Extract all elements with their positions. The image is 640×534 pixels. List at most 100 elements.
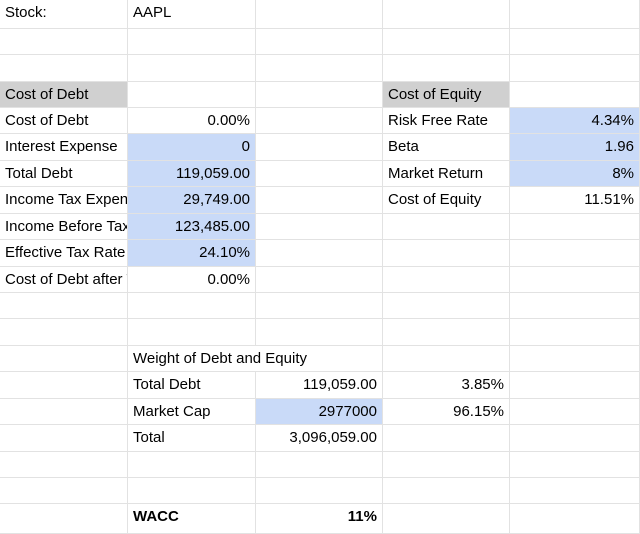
empty-cell[interactable] xyxy=(256,55,383,82)
equity-value-cell[interactable]: 1.96 xyxy=(510,134,640,161)
equity-label-cell[interactable]: Risk Free Rate xyxy=(383,108,510,134)
empty-cell[interactable] xyxy=(510,293,640,319)
empty-cell[interactable] xyxy=(383,504,510,534)
empty-cell[interactable] xyxy=(510,29,640,55)
debt-value-cell[interactable]: 0.00% xyxy=(128,108,256,134)
empty-cell[interactable] xyxy=(383,346,510,372)
empty-cell[interactable] xyxy=(0,478,128,504)
empty-cell[interactable] xyxy=(510,346,640,372)
weights-label-cell[interactable]: Market Cap xyxy=(128,399,256,425)
debt-value-cell[interactable]: 29,749.00 xyxy=(128,187,256,214)
empty-cell[interactable] xyxy=(0,293,128,319)
empty-cell[interactable] xyxy=(256,187,383,214)
empty-cell[interactable] xyxy=(0,55,128,82)
empty-cell[interactable] xyxy=(0,399,128,425)
weights-value-cell[interactable]: 119,059.00 xyxy=(256,372,383,399)
equity-value-cell[interactable]: 11.51% xyxy=(510,187,640,214)
empty-cell[interactable] xyxy=(510,240,640,267)
empty-cell[interactable] xyxy=(256,82,383,108)
empty-cell[interactable] xyxy=(256,478,383,504)
empty-cell[interactable] xyxy=(510,0,640,29)
equity-label-cell[interactable]: Beta xyxy=(383,134,510,161)
empty-cell[interactable] xyxy=(256,240,383,267)
empty-cell[interactable] xyxy=(510,478,640,504)
empty-cell[interactable] xyxy=(0,346,128,372)
empty-cell[interactable] xyxy=(383,214,510,240)
debt-value-cell[interactable]: 0.00% xyxy=(128,267,256,293)
weights-percent-cell[interactable]: 96.15% xyxy=(383,399,510,425)
empty-cell[interactable] xyxy=(383,478,510,504)
empty-cell[interactable] xyxy=(256,214,383,240)
debt-label-cell[interactable]: Effective Tax Rate xyxy=(0,240,128,267)
wacc-label-cell[interactable]: WACC xyxy=(128,504,256,534)
empty-cell[interactable] xyxy=(128,478,256,504)
debt-value-cell[interactable]: 123,485.00 xyxy=(128,214,256,240)
weights-title-cell[interactable]: Weight of Debt and Equity xyxy=(128,346,383,372)
equity-value-cell[interactable]: 4.34% xyxy=(510,108,640,134)
debt-label-cell[interactable]: Income Tax Expense xyxy=(0,187,128,214)
empty-cell[interactable] xyxy=(256,267,383,293)
empty-cell[interactable] xyxy=(510,82,640,108)
empty-cell[interactable] xyxy=(383,452,510,478)
empty-cell[interactable] xyxy=(128,82,256,108)
empty-cell[interactable] xyxy=(128,55,256,82)
empty-cell[interactable] xyxy=(383,267,510,293)
empty-cell[interactable] xyxy=(256,108,383,134)
empty-cell[interactable] xyxy=(510,452,640,478)
spreadsheet-grid[interactable]: Stock: AAPL Cost of Debt Cost of Debt 0.00% I… xyxy=(0,0,640,534)
empty-cell[interactable] xyxy=(383,0,510,29)
empty-cell[interactable] xyxy=(256,293,383,319)
debt-value-cell[interactable]: 0 xyxy=(128,134,256,161)
equity-label-cell[interactable]: Cost of Equity xyxy=(383,187,510,214)
debt-value-cell[interactable]: 119,059.00 xyxy=(128,161,256,187)
empty-cell[interactable] xyxy=(256,29,383,55)
empty-cell[interactable] xyxy=(510,267,640,293)
empty-cell[interactable] xyxy=(383,293,510,319)
empty-cell[interactable] xyxy=(510,425,640,452)
empty-cell[interactable] xyxy=(256,0,383,29)
stock-label-cell[interactable]: Stock: xyxy=(0,0,128,29)
cost-of-equity-header[interactable]: Cost of Equity xyxy=(383,82,510,108)
empty-cell[interactable] xyxy=(383,29,510,55)
weights-value-cell[interactable]: 2977000 xyxy=(256,399,383,425)
weights-percent-cell[interactable] xyxy=(383,425,510,452)
debt-label-cell[interactable]: Cost of Debt after Tax xyxy=(0,267,128,293)
empty-cell[interactable] xyxy=(128,319,256,346)
stock-ticker-cell[interactable]: AAPL xyxy=(128,0,256,29)
weights-label-cell[interactable]: Total xyxy=(128,425,256,452)
empty-cell[interactable] xyxy=(256,452,383,478)
debt-label-cell[interactable]: Interest Expense xyxy=(0,134,128,161)
debt-value-cell[interactable]: 24.10% xyxy=(128,240,256,267)
debt-label-cell[interactable]: Income Before Tax xyxy=(0,214,128,240)
empty-cell[interactable] xyxy=(510,504,640,534)
empty-cell[interactable] xyxy=(256,161,383,187)
debt-label-cell[interactable]: Cost of Debt xyxy=(0,108,128,134)
weights-value-cell[interactable]: 3,096,059.00 xyxy=(256,425,383,452)
weights-percent-cell[interactable]: 3.85% xyxy=(383,372,510,399)
empty-cell[interactable] xyxy=(510,214,640,240)
weights-label-cell[interactable]: Total Debt xyxy=(128,372,256,399)
cost-of-debt-header[interactable]: Cost of Debt xyxy=(0,82,128,108)
empty-cell[interactable] xyxy=(0,452,128,478)
empty-cell[interactable] xyxy=(0,425,128,452)
empty-cell[interactable] xyxy=(256,319,383,346)
empty-cell[interactable] xyxy=(128,29,256,55)
empty-cell[interactable] xyxy=(128,293,256,319)
empty-cell[interactable] xyxy=(383,240,510,267)
empty-cell[interactable] xyxy=(510,55,640,82)
empty-cell[interactable] xyxy=(0,504,128,534)
empty-cell[interactable] xyxy=(0,29,128,55)
empty-cell[interactable] xyxy=(510,372,640,399)
empty-cell[interactable] xyxy=(256,134,383,161)
empty-cell[interactable] xyxy=(0,319,128,346)
empty-cell[interactable] xyxy=(0,372,128,399)
empty-cell[interactable] xyxy=(383,55,510,82)
empty-cell[interactable] xyxy=(510,319,640,346)
equity-value-cell[interactable]: 8% xyxy=(510,161,640,187)
equity-label-cell[interactable]: Market Return xyxy=(383,161,510,187)
empty-cell[interactable] xyxy=(510,399,640,425)
empty-cell[interactable] xyxy=(383,319,510,346)
wacc-value-cell[interactable]: 11% xyxy=(256,504,383,534)
debt-label-cell[interactable]: Total Debt xyxy=(0,161,128,187)
empty-cell[interactable] xyxy=(128,452,256,478)
